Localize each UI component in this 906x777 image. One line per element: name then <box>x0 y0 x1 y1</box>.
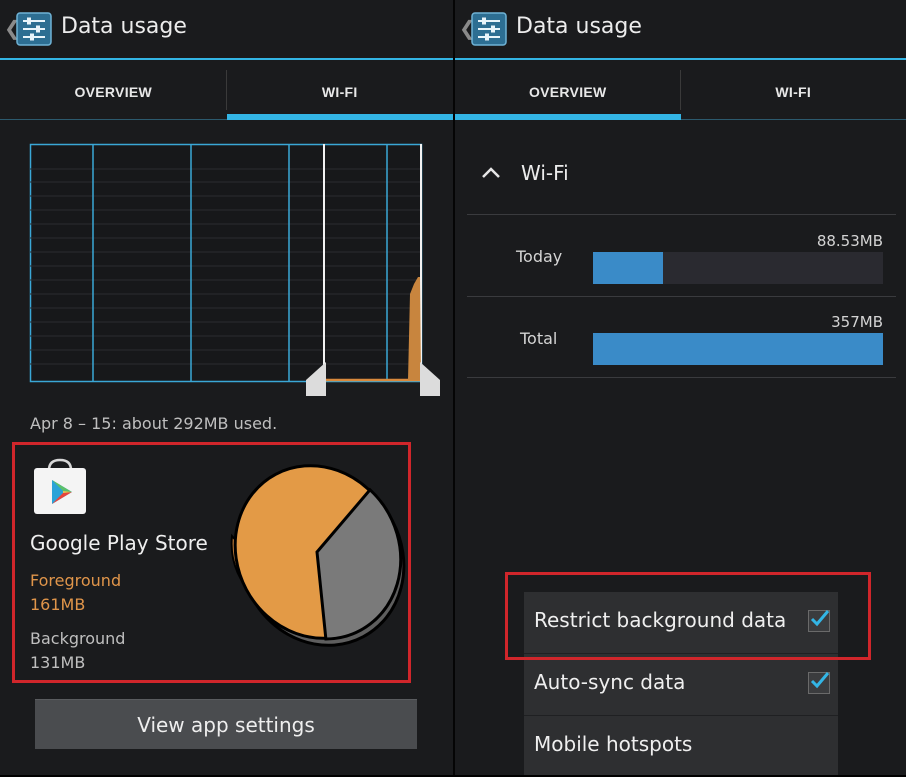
chevron-up-icon[interactable] <box>480 164 502 180</box>
restrict-highlight-box <box>505 572 871 660</box>
total-label: Total <box>520 329 557 348</box>
usage-chart[interactable] <box>30 144 422 382</box>
view-app-settings-button[interactable]: View app settings <box>35 699 417 749</box>
play-store-icon <box>32 458 88 516</box>
total-usage-fill <box>593 333 883 365</box>
tab-bar: OVERVIEW WI-FI <box>455 70 906 122</box>
page-title: Data usage <box>516 14 642 39</box>
chart-frame <box>31 145 422 382</box>
app-usage-pie <box>224 456 410 650</box>
today-value: 88.53MB <box>693 232 883 250</box>
settings-sliders-icon[interactable] <box>471 12 507 46</box>
sweep-right-handle <box>420 362 440 396</box>
tab-bar: OVERVIEW WI-FI <box>0 70 453 122</box>
tab-overview[interactable]: OVERVIEW <box>455 70 681 114</box>
background-value: 131MB <box>30 653 85 672</box>
app-name: Google Play Store <box>30 531 208 555</box>
background-label: Background <box>30 629 125 648</box>
tab-wifi[interactable]: WI-FI <box>681 70 906 114</box>
action-bar-divider <box>455 58 906 60</box>
tab-selected-indicator <box>227 114 454 120</box>
tab-overview[interactable]: OVERVIEW <box>0 70 227 114</box>
foreground-value: 161MB <box>30 595 85 614</box>
action-bar: ❮ Data usage <box>0 0 453 58</box>
section-divider <box>467 214 896 215</box>
total-value: 357MB <box>693 313 883 331</box>
row-divider <box>467 296 896 297</box>
menu-item-label: Auto-sync data <box>534 670 685 694</box>
today-usage-fill <box>593 252 663 284</box>
checkbox-checked-icon[interactable] <box>808 672 830 694</box>
tab-wifi[interactable]: WI-FI <box>227 70 454 114</box>
action-bar-divider <box>0 58 453 60</box>
settings-sliders-icon[interactable] <box>16 12 52 46</box>
page-title: Data usage <box>61 14 187 39</box>
tab-selected-indicator <box>455 114 681 120</box>
menu-item-mobile-hotspots[interactable]: Mobile hotspots <box>524 716 838 777</box>
today-label: Today <box>516 247 562 266</box>
section-title: Wi-Fi <box>521 161 569 185</box>
menu-item-label: Mobile hotspots <box>534 732 692 756</box>
action-bar: ❮ Data usage <box>455 0 906 58</box>
today-usage-bar <box>593 252 883 284</box>
usage-caption: Apr 8 – 15: about 292MB used. <box>30 414 277 433</box>
row-divider <box>467 377 896 378</box>
foreground-label: Foreground <box>30 571 121 590</box>
menu-item-auto-sync[interactable]: Auto-sync data <box>524 654 838 715</box>
left-screen: ❮ Data usage OVERVIEW WI-FI <box>0 0 453 775</box>
total-usage-bar <box>593 333 883 365</box>
